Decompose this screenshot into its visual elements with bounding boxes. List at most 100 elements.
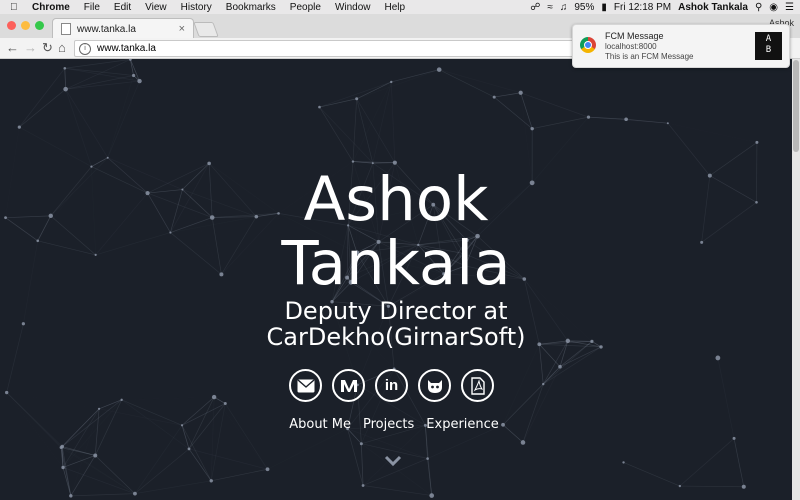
network-node [59, 446, 63, 450]
experience-link[interactable]: Experience [426, 417, 499, 432]
forward-arrow-icon[interactable]: → [24, 40, 37, 55]
network-line [19, 68, 66, 128]
battery-icon[interactable]: ▮ [601, 2, 607, 13]
network-node [715, 355, 721, 361]
network-line [65, 80, 140, 90]
menu-help[interactable]: Help [385, 2, 406, 13]
minimize-window-button[interactable] [21, 21, 30, 30]
network-line [353, 82, 391, 162]
siri-icon[interactable]: ◉ [769, 2, 778, 13]
network-line [390, 81, 396, 163]
network-line [134, 480, 212, 495]
network-node [61, 465, 65, 470]
pdf-icon[interactable] [461, 369, 494, 402]
notification-origin: localhost:8000 [605, 42, 657, 51]
page-favicon-icon [61, 23, 71, 35]
network-node [4, 390, 9, 395]
github-icon[interactable] [418, 369, 451, 402]
new-tab-button[interactable] [193, 22, 219, 37]
network-line [65, 88, 109, 158]
window-controls [7, 21, 44, 30]
network-node [755, 140, 759, 144]
network-node [390, 80, 393, 84]
network-node [492, 95, 496, 99]
network-line [356, 69, 440, 100]
menu-edit[interactable]: Edit [114, 2, 131, 13]
network-node [530, 126, 534, 131]
scroll-down-chevron-icon[interactable] [384, 455, 402, 467]
fcm-notification[interactable]: FCM Message localhost:8000 This is an FC… [572, 24, 790, 68]
network-node [361, 484, 365, 487]
projects-link[interactable]: Projects [363, 417, 414, 432]
home-icon[interactable]: ⌂ [58, 40, 66, 55]
network-node [137, 78, 142, 84]
network-line [319, 106, 374, 164]
menu-app-chrome[interactable]: Chrome [32, 2, 70, 13]
network-line [520, 92, 589, 118]
network-line [503, 344, 539, 425]
badge-letter-a: A [765, 34, 772, 44]
network-node [518, 90, 523, 95]
site-info-icon[interactable]: i [79, 42, 91, 55]
menu-window[interactable]: Window [335, 2, 371, 13]
network-node [355, 97, 359, 101]
menu-history[interactable]: History [181, 2, 212, 13]
network-node [520, 440, 526, 445]
battery-percent[interactable]: 95% [574, 2, 594, 13]
network-line [352, 98, 358, 162]
network-line [224, 403, 268, 470]
network-line [130, 59, 134, 76]
close-tab-icon[interactable]: × [179, 23, 185, 35]
network-node [211, 394, 217, 400]
network-line [543, 346, 602, 385]
close-window-button[interactable] [7, 21, 16, 30]
network-node [318, 105, 321, 109]
hero-role-line1: Deputy Director at [284, 297, 508, 325]
back-arrow-icon[interactable]: ← [6, 40, 19, 55]
network-node [429, 493, 435, 498]
medium-icon[interactable] [332, 369, 365, 402]
page-scrollbar-thumb[interactable] [793, 60, 799, 152]
network-node [209, 479, 213, 483]
address-bar-url[interactable]: www.tanka.la [97, 43, 156, 54]
menu-bookmarks[interactable]: Bookmarks [226, 2, 276, 13]
linkedin-icon[interactable]: in [375, 369, 408, 402]
network-line [63, 400, 122, 468]
browser-tab[interactable]: www.tanka.la × [52, 18, 194, 39]
volume-icon[interactable]: ♫ [560, 2, 568, 13]
menu-user[interactable]: Ashok Tankala [678, 2, 748, 13]
notification-app-badge: A B [755, 32, 782, 60]
wifi-icon[interactable]: ≈ [547, 2, 553, 13]
menu-clock[interactable]: Fri 12:18 PM [614, 2, 671, 13]
network-node [666, 122, 669, 125]
network-node [131, 73, 136, 78]
network-node [63, 66, 67, 70]
reload-icon[interactable]: ↻ [42, 40, 53, 56]
menu-people[interactable]: People [290, 2, 321, 13]
network-line [211, 468, 268, 482]
network-line [391, 69, 440, 83]
zoom-window-button[interactable] [35, 21, 44, 30]
network-node [558, 364, 562, 369]
menu-view[interactable]: View [145, 2, 167, 13]
apple-icon[interactable]:  [10, 2, 24, 13]
network-line [91, 157, 108, 167]
network-line [64, 68, 66, 90]
network-node [586, 115, 591, 119]
network-node [351, 160, 355, 163]
lock-status-icon[interactable]: ☍ [530, 2, 540, 13]
network-line [588, 116, 627, 120]
about-me-link[interactable]: About Me [289, 417, 351, 432]
network-line [363, 485, 432, 496]
notification-center-icon[interactable]: ☰ [785, 2, 794, 13]
network-node [187, 447, 191, 451]
network-line [623, 462, 680, 487]
nav-links: About Me Projects Experience [0, 417, 792, 432]
network-node [624, 117, 628, 122]
spotlight-search-icon[interactable]: ⚲ [755, 2, 762, 13]
mail-icon[interactable] [289, 369, 322, 402]
network-line [493, 96, 533, 129]
network-node [436, 67, 442, 72]
network-node [622, 461, 625, 464]
menu-file[interactable]: File [84, 2, 100, 13]
